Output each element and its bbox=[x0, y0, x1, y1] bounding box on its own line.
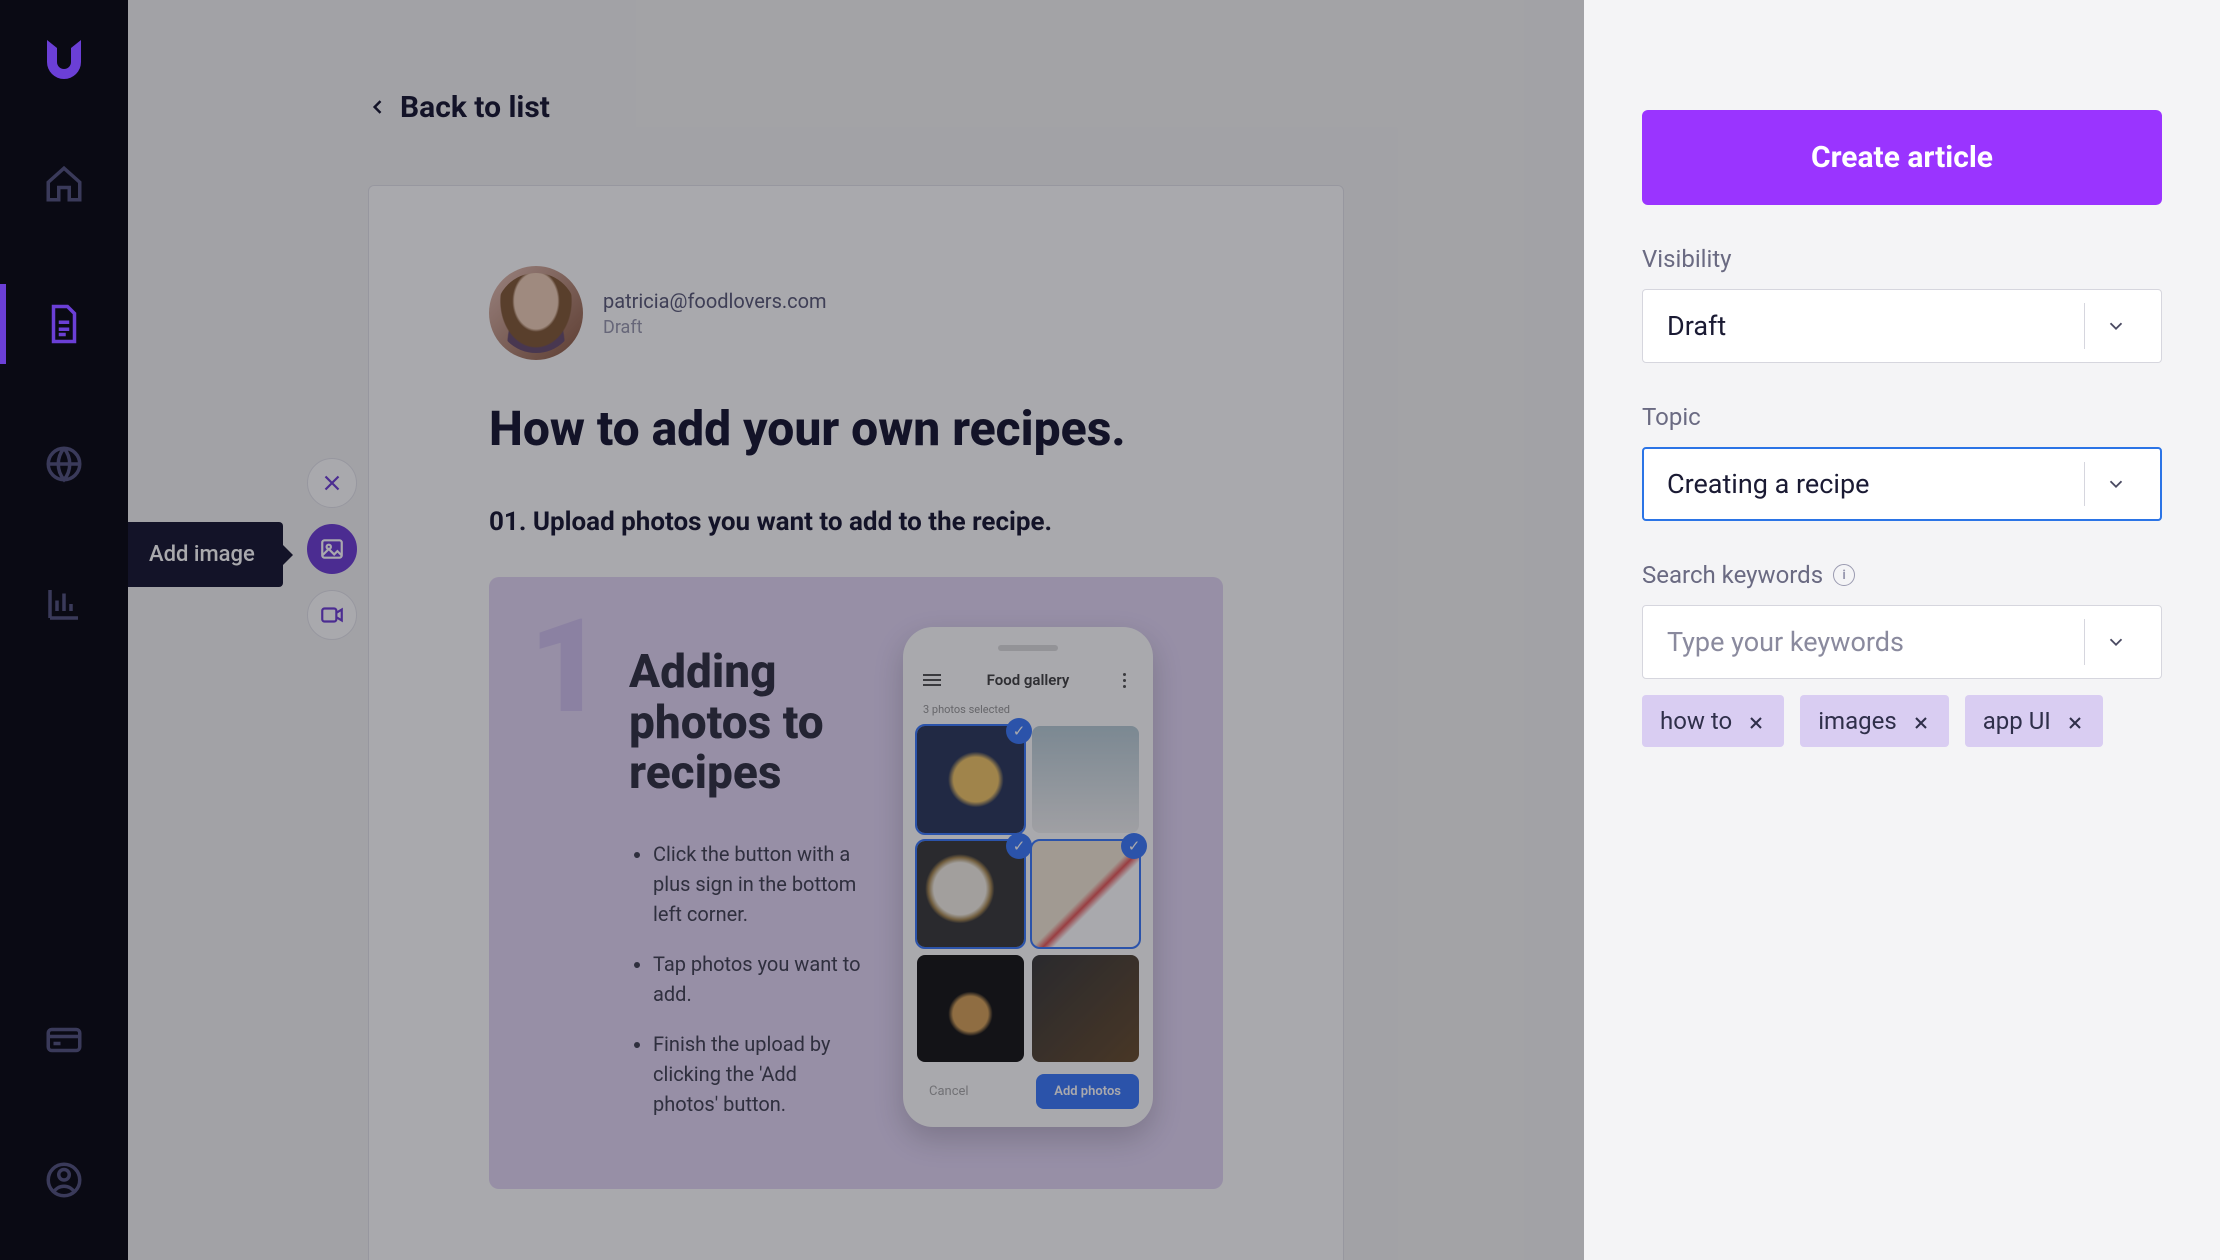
content-card: 1 Adding photos to recipes Click the but… bbox=[489, 577, 1223, 1189]
phone-photo-cell bbox=[917, 955, 1024, 1062]
select-divider bbox=[2084, 303, 2085, 349]
phone-photo-cell bbox=[917, 841, 1024, 948]
topic-value: Creating a recipe bbox=[1667, 468, 2084, 500]
add-image-tooltip: Add image bbox=[128, 522, 283, 587]
author-email: patricia@foodlovers.com bbox=[603, 289, 827, 313]
keywords-input[interactable]: Type your keywords bbox=[1642, 605, 2162, 679]
keywords-field: Search keywords i Type your keywords how… bbox=[1642, 561, 2162, 747]
keyword-tag-label: images bbox=[1818, 707, 1897, 735]
nav-document[interactable] bbox=[0, 284, 128, 364]
keywords-label: Search keywords i bbox=[1642, 561, 2162, 589]
phone-photo-cell bbox=[1032, 955, 1139, 1062]
remove-tag-icon[interactable] bbox=[1911, 711, 1931, 731]
keywords-label-text: Search keywords bbox=[1642, 561, 1823, 589]
author-avatar bbox=[489, 266, 583, 360]
content-number: 1 bbox=[529, 602, 604, 732]
phone-header-title: Food gallery bbox=[987, 671, 1070, 689]
keyword-tag-label: how to bbox=[1660, 707, 1732, 735]
author-status: Draft bbox=[603, 317, 827, 338]
remove-tag-icon[interactable] bbox=[1746, 711, 1766, 731]
author-row: patricia@foodlovers.com Draft bbox=[489, 266, 1223, 360]
kebab-icon bbox=[1115, 673, 1133, 688]
keyword-tags: how to images app UI bbox=[1642, 695, 2162, 747]
select-divider bbox=[2084, 619, 2085, 665]
select-divider bbox=[2084, 462, 2085, 506]
main-area: Back to list patricia@foodlovers.com Dra… bbox=[128, 0, 1584, 1260]
chevron-down-icon bbox=[2095, 631, 2137, 653]
chevron-down-icon bbox=[2095, 473, 2137, 495]
keywords-placeholder: Type your keywords bbox=[1667, 626, 2084, 658]
visibility-select[interactable]: Draft bbox=[1642, 289, 2162, 363]
create-article-button[interactable]: Create article bbox=[1642, 110, 2162, 205]
content-card-title: Adding photos to recipes bbox=[629, 647, 863, 799]
phone-photo-cell bbox=[917, 726, 1024, 833]
content-bullet: Finish the upload by clicking the 'Add p… bbox=[653, 1029, 863, 1119]
back-label: Back to list bbox=[400, 90, 550, 125]
keyword-tag-label: app UI bbox=[1983, 707, 2051, 735]
visibility-label: Visibility bbox=[1642, 245, 2162, 273]
topic-label: Topic bbox=[1642, 403, 2162, 431]
nav-globe[interactable] bbox=[0, 424, 128, 504]
keyword-tag: app UI bbox=[1965, 695, 2103, 747]
settings-panel: Create article Visibility Draft Topic Cr… bbox=[1584, 0, 2220, 1260]
phone-cancel-button: Cancel bbox=[917, 1076, 981, 1107]
nav-analytics[interactable] bbox=[0, 564, 128, 644]
hamburger-icon bbox=[923, 674, 941, 686]
chevron-down-icon bbox=[2095, 315, 2137, 337]
keyword-tag: images bbox=[1800, 695, 1949, 747]
logo-icon bbox=[37, 30, 91, 84]
visibility-value: Draft bbox=[1667, 310, 2084, 342]
phone-photo-grid bbox=[917, 726, 1139, 1062]
nav-bottom bbox=[0, 1000, 128, 1260]
info-icon[interactable]: i bbox=[1833, 564, 1855, 586]
article-title: How to add your own recipes. bbox=[489, 400, 1223, 457]
visibility-field: Visibility Draft bbox=[1642, 245, 2162, 363]
phone-notch bbox=[998, 645, 1058, 651]
add-video-button[interactable] bbox=[307, 590, 357, 640]
close-tool-button[interactable] bbox=[307, 458, 357, 508]
keyword-tag: how to bbox=[1642, 695, 1784, 747]
phone-photo-cell bbox=[1032, 726, 1139, 833]
nav-items bbox=[0, 144, 128, 1000]
back-to-list-link[interactable]: Back to list bbox=[368, 90, 1344, 125]
nav-card[interactable] bbox=[0, 1000, 128, 1080]
float-tools bbox=[307, 458, 357, 640]
topic-field: Topic Creating a recipe bbox=[1642, 403, 2162, 521]
article-card: patricia@foodlovers.com Draft How to add… bbox=[368, 185, 1344, 1260]
remove-tag-icon[interactable] bbox=[2065, 711, 2085, 731]
sidebar bbox=[0, 0, 128, 1260]
phone-add-button: Add photos bbox=[1036, 1074, 1139, 1109]
phone-photo-cell bbox=[1032, 841, 1139, 948]
content-bullet: Tap photos you want to add. bbox=[653, 949, 863, 1009]
topic-select[interactable]: Creating a recipe bbox=[1642, 447, 2162, 521]
nav-home[interactable] bbox=[0, 144, 128, 224]
section-header: 01. Upload photos you want to add to the… bbox=[489, 507, 1223, 537]
add-image-button[interactable] bbox=[307, 524, 357, 574]
phone-mockup: Food gallery 3 photos selected bbox=[903, 627, 1153, 1127]
content-bullet: Click the button with a plus sign in the… bbox=[653, 839, 863, 929]
content-bullet-list: Click the button with a plus sign in the… bbox=[629, 839, 863, 1119]
chevron-left-icon bbox=[368, 90, 388, 125]
nav-profile[interactable] bbox=[0, 1140, 128, 1220]
